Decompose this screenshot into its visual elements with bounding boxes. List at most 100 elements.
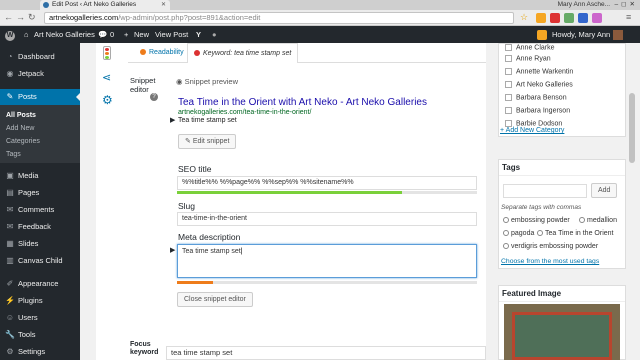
sidebar-item-tools[interactable]: 🔧 Tools — [0, 327, 80, 343]
sidebar-item-feedback[interactable]: ✉ Feedback — [0, 219, 80, 235]
extension-icon[interactable] — [578, 13, 588, 23]
canvas-icon: ▥ — [6, 256, 14, 265]
seo-title-field[interactable]: %%title%% %%page%% %%sep%% %%sitename%% — [177, 176, 477, 190]
sidebar-item-dashboard[interactable]: ◔ Dashboard — [0, 49, 80, 65]
yoast-dot-icon[interactable]: ● — [212, 26, 217, 43]
profile-name[interactable]: Mary Ann Asche... — [558, 0, 610, 10]
tag-item[interactable]: verdigris embossing powder — [503, 243, 598, 250]
caret-icon: ▶ — [170, 247, 176, 254]
browser-tab[interactable]: Edit Post ‹ Art Neko Galleries ✕ — [40, 0, 170, 10]
tools-icon: 🔧 — [5, 330, 15, 339]
comments-count[interactable]: 0 — [110, 26, 114, 43]
forward-icon[interactable]: → — [16, 12, 25, 22]
help-icon[interactable]: ? — [150, 93, 158, 101]
new-plus-icon[interactable]: + — [124, 26, 128, 43]
sidebar-item-comments[interactable]: ✉ Comments — [0, 202, 80, 218]
back-icon[interactable]: ← — [4, 12, 13, 22]
comments-icon: ✉ — [6, 205, 14, 214]
sidebar-item-appearance[interactable]: ✐ Appearance — [0, 276, 80, 292]
sidebar-item-plugins[interactable]: ⚡ Plugins — [0, 293, 80, 309]
category-item[interactable]: Anne Clarke — [505, 44, 555, 51]
submenu-categories[interactable]: Categories — [0, 135, 80, 148]
sidebar-item-canvas-child[interactable]: ▥ Canvas Child — [0, 253, 80, 269]
wordpress-logo-icon[interactable]: W — [4, 26, 16, 43]
meta-description-field[interactable]: Tea time stamp set| — [177, 244, 477, 278]
tag-input[interactable] — [503, 184, 587, 198]
settings-icon: ⚙ — [6, 347, 14, 356]
tab-keyword[interactable]: Keyword: tea time stamp set — [187, 43, 299, 63]
tab-readability[interactable]: Readability — [140, 43, 184, 63]
tab-title: Edit Post ‹ Art Neko Galleries — [52, 1, 137, 8]
reload-icon[interactable]: ↻ — [28, 12, 36, 23]
jetpack-icon: ◉ — [6, 69, 14, 78]
tag-item[interactable]: embossing powder — [503, 217, 570, 224]
address-bar-row: ← → ↻ artnekogalleries.com/wp-admin/post… — [0, 10, 640, 26]
star-icon[interactable]: ☆ — [520, 12, 528, 23]
yoast-icon[interactable]: Y — [196, 26, 201, 43]
tag-item[interactable]: pagoda — [503, 230, 534, 237]
tag-item[interactable]: Tea Time in the Orient — [537, 230, 613, 237]
slug-label: Slug — [178, 201, 196, 211]
howdy[interactable]: Howdy, Mary Ann — [552, 26, 624, 43]
close-snippet-editor-button[interactable]: Close snippet editor — [177, 292, 253, 307]
category-item[interactable]: Barbara Benson — [505, 94, 567, 101]
gear-icon[interactable]: ⚙ — [102, 93, 113, 107]
url-field[interactable]: artnekogalleries.com/wp-admin/post.php?p… — [44, 12, 514, 24]
sidebar-item-settings[interactable]: ⚙ Settings — [0, 344, 80, 360]
add-new-category-link[interactable]: + Add New Category — [500, 127, 564, 134]
most-used-tags-link[interactable]: Choose from the most used tags — [501, 258, 599, 265]
sidebar-item-media[interactable]: ▣ Media — [0, 168, 80, 184]
home-icon[interactable]: ⌂ — [24, 26, 29, 43]
site-name[interactable]: Art Neko Galleries — [34, 26, 95, 43]
meta-description-label: Meta description — [178, 232, 241, 242]
sidebar-item-slides[interactable]: ▦ Slides — [0, 236, 80, 252]
checkbox — [505, 68, 512, 75]
scrollbar[interactable] — [626, 43, 640, 360]
tag-item[interactable]: medallion — [579, 217, 617, 224]
extension-icon[interactable] — [550, 13, 560, 23]
edit-snippet-button[interactable]: ✎ Edit snippet — [178, 134, 237, 149]
extension-icon[interactable] — [592, 13, 602, 23]
checkbox — [505, 55, 512, 62]
comments-icon[interactable]: 💬 — [98, 26, 107, 43]
category-item[interactable]: Anne Ryan — [505, 55, 551, 62]
remove-tag-icon — [579, 217, 585, 224]
notification-icon[interactable] — [537, 30, 547, 40]
sidebar-item-pages[interactable]: ▤ Pages — [0, 185, 80, 201]
submenu-tags[interactable]: Tags — [0, 148, 80, 161]
seo-tabs: Readability Keyword: tea time stamp set — [128, 43, 486, 63]
preview-title[interactable]: Tea Time in the Orient with Art Neko - A… — [178, 97, 427, 108]
focus-keyword-field[interactable]: tea time stamp set — [166, 346, 486, 360]
share-icon[interactable]: ⋖ — [102, 71, 111, 84]
view-post-link[interactable]: View Post — [155, 26, 188, 43]
tags-panel: Tags Add Separate tags with commas embos… — [498, 159, 626, 269]
remove-tag-icon — [503, 230, 509, 237]
extension-icon[interactable] — [564, 13, 574, 23]
pin-icon: ✎ — [6, 92, 14, 101]
submenu-all-posts[interactable]: All Posts — [0, 109, 80, 122]
add-tag-button[interactable]: Add — [591, 183, 618, 198]
preview-url[interactable]: artnekogalleries.com/tea-time-in-the-ori… — [178, 109, 311, 116]
checkbox — [505, 81, 512, 88]
new-link[interactable]: New — [134, 26, 149, 43]
sidebar-item-posts[interactable]: ✎ Posts — [0, 89, 80, 105]
category-item[interactable]: Barbara Ingerson — [505, 107, 570, 114]
scroll-thumb[interactable] — [629, 93, 635, 163]
category-item[interactable]: Annette Warkentin — [505, 68, 573, 75]
extension-icon[interactable] — [536, 13, 546, 23]
checkbox — [505, 44, 512, 51]
sidebar-item-jetpack[interactable]: ◉ Jetpack — [0, 66, 80, 82]
preview-description[interactable]: Tea time stamp set — [178, 117, 237, 124]
menu-icon[interactable]: ≡ — [626, 12, 631, 22]
sidebar-item-users[interactable]: ☺ Users — [0, 310, 80, 326]
featured-image-heading: Featured Image — [499, 286, 625, 302]
close-tab-icon[interactable]: ✕ — [161, 0, 166, 10]
window-controls[interactable]: –◻✕ — [615, 0, 638, 10]
slug-field[interactable]: tea-time-in-the-orient — [177, 212, 477, 226]
featured-image[interactable] — [504, 304, 620, 360]
admin-bar: W ⌂ Art Neko Galleries 💬 0 + New View Po… — [0, 26, 640, 43]
submenu-add-new[interactable]: Add New — [0, 122, 80, 135]
category-item[interactable]: Art Neko Galleries — [505, 81, 573, 88]
url-host: artnekogalleries.com — [49, 13, 119, 22]
traffic-light-icon[interactable] — [103, 46, 111, 60]
